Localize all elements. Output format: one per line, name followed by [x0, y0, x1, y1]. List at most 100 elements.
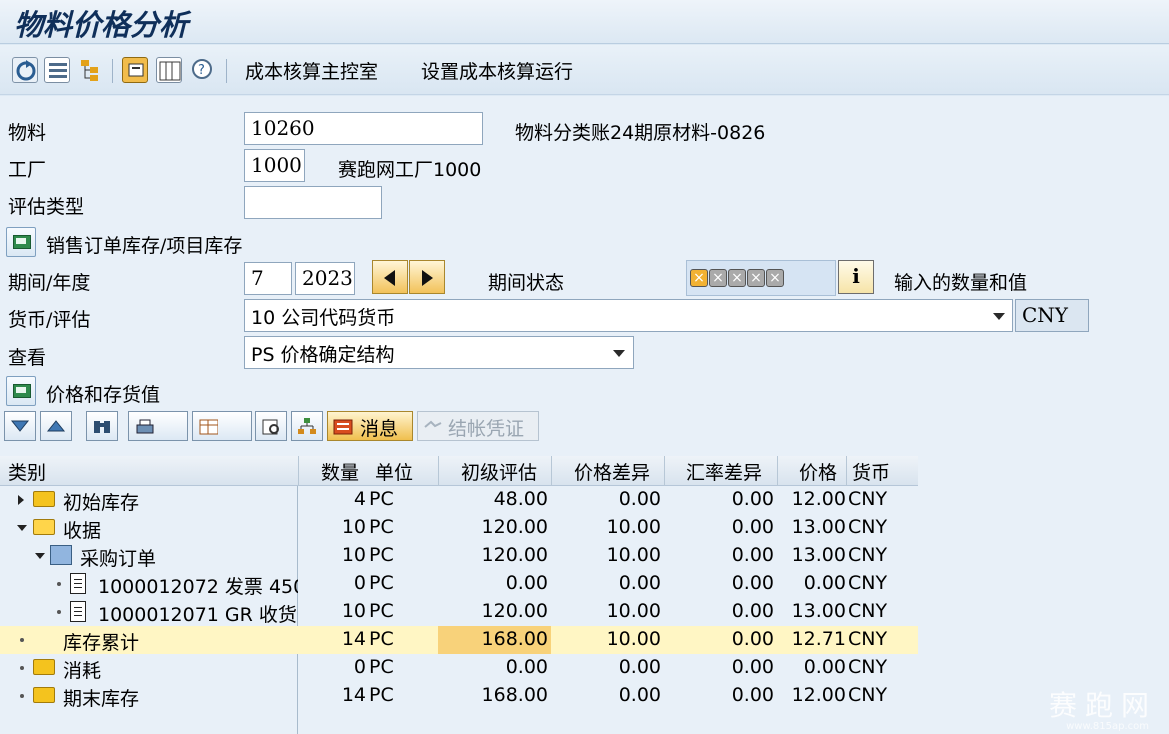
period-status-label: 期间状态	[488, 272, 565, 294]
prelim-cell[interactable]: 168.00	[440, 628, 548, 650]
collapse-arrow-icon[interactable]	[35, 553, 45, 559]
info-button[interactable]: i	[838, 260, 874, 294]
price-cell: 12.00	[791, 684, 846, 706]
material-label: 物料	[8, 122, 47, 144]
column-header-category[interactable]: 类别	[8, 458, 46, 485]
toolbar-separator	[112, 59, 113, 83]
quantity-cell: 10	[341, 600, 366, 622]
help-icon[interactable]: ?	[190, 57, 216, 83]
next-period-button[interactable]	[409, 260, 445, 294]
column-header-exchange-difference[interactable]: 汇率差异	[686, 458, 762, 485]
collapse-arrow-icon[interactable]	[17, 525, 27, 531]
messages-label: 消息	[360, 418, 399, 440]
table-row-highlighted[interactable]: 库存累计 14 PC 168.00 10.00 0.00 12.71 CNY	[0, 626, 918, 654]
find-button[interactable]	[86, 411, 118, 441]
unit-cell: PC	[369, 488, 394, 510]
table-row[interactable]: 1000012071 GR 收货 10 PC 120.00 10.00 0.00…	[0, 598, 918, 626]
print-button[interactable]	[128, 411, 188, 441]
table-row[interactable]: 消耗 0 PC 0.00 0.00 0.00 0.00 CNY	[0, 654, 918, 682]
quantity-cell: 0	[353, 656, 366, 678]
watermark-logo: 赛跑网	[1048, 689, 1157, 722]
row-label: 采购订单	[80, 548, 157, 570]
refresh-icon[interactable]	[12, 57, 38, 83]
folder-icon	[13, 235, 31, 249]
material-input[interactable]: 10260	[244, 112, 483, 145]
setup-costing-run-link[interactable]: 设置成本核算运行	[421, 57, 573, 84]
column-header-price[interactable]: 价格	[799, 458, 837, 485]
status-icon: ×	[747, 269, 765, 287]
view-label: 查看	[8, 347, 47, 369]
toolbar-separator	[226, 59, 227, 83]
currency-label: 货币/评估	[8, 309, 91, 331]
folder-icon	[33, 687, 55, 703]
fx-diff-cell: 0.00	[731, 544, 774, 566]
previous-period-button[interactable]	[372, 260, 408, 294]
prelim-cell: 120.00	[481, 516, 548, 538]
column-header-prelim-valuation[interactable]: 初级评估	[461, 458, 537, 485]
period-status-indicator: × × × × ×	[686, 260, 836, 296]
column-header-quantity[interactable]: 数量	[321, 458, 359, 485]
period-year-label: 期间/年度	[8, 272, 91, 294]
messages-icon	[333, 419, 353, 435]
view-select[interactable]: PS 价格确定结构	[244, 336, 634, 369]
unit-cell: PC	[369, 600, 394, 622]
quantity-cell: 4	[353, 488, 366, 510]
document-icon	[70, 601, 86, 622]
unit-cell: PC	[369, 628, 394, 650]
columns-icon[interactable]	[156, 57, 182, 83]
price-diff-cell: 0.00	[618, 572, 661, 594]
bullet-icon	[57, 582, 61, 586]
year-input[interactable]: 2023	[295, 262, 355, 295]
prelim-cell: 0.00	[505, 656, 548, 678]
table-row[interactable]: 收据 10 PC 120.00 10.00 0.00 13.00 CNY	[0, 514, 918, 542]
hierarchy-button[interactable]	[291, 411, 323, 441]
table-row[interactable]: 采购订单 10 PC 120.00 10.00 0.00 13.00 CNY	[0, 542, 918, 570]
price-analysis-grid: 类别 数量 单位 初级评估 价格差异 汇率差异 价格 货币 初始库存 4 PC …	[0, 456, 1169, 734]
collapse-all-button[interactable]	[40, 411, 72, 441]
grid-toolbar: 消息 结帐凭证	[0, 407, 1169, 445]
document-icon	[70, 573, 86, 594]
price-stock-toggle[interactable]	[6, 376, 36, 406]
price-diff-cell: 0.00	[618, 656, 661, 678]
fx-diff-cell: 0.00	[731, 572, 774, 594]
layout-button[interactable]	[192, 411, 252, 441]
page-title: 物料价格分析	[14, 8, 189, 42]
fx-diff-cell: 0.00	[731, 516, 774, 538]
expand-arrow-icon[interactable]	[18, 495, 24, 505]
currency-cell: CNY	[848, 600, 888, 622]
plant-description: 赛跑网工厂1000	[338, 159, 482, 181]
details-button[interactable]	[255, 411, 287, 441]
quantity-cell: 10	[341, 516, 366, 538]
currency-select[interactable]: 10 公司代码货币	[244, 299, 1013, 332]
chevron-down-icon[interactable]	[613, 350, 625, 357]
status-icon: ×	[766, 269, 784, 287]
row-label: 初始库存	[63, 492, 140, 514]
quantity-cell: 14	[341, 628, 366, 650]
prelim-cell: 120.00	[481, 544, 548, 566]
sales-order-stock-toggle[interactable]	[6, 227, 36, 257]
open-folder-icon	[33, 519, 55, 535]
price-cell: 0.00	[803, 572, 846, 594]
chevron-down-icon[interactable]	[993, 313, 1005, 320]
column-header-price-difference[interactable]: 价格差异	[574, 458, 650, 485]
valuation-type-input[interactable]	[244, 186, 382, 219]
tree-icon[interactable]	[78, 57, 104, 83]
expand-all-button[interactable]	[4, 411, 36, 441]
table-row[interactable]: 1000012072 发票 450 0 PC 0.00 0.00 0.00 0.…	[0, 570, 918, 598]
settings-icon[interactable]	[122, 57, 148, 83]
expand-icon	[10, 420, 30, 432]
costing-cockpit-link[interactable]: 成本核算主控室	[245, 57, 378, 84]
currency-cell: CNY	[848, 572, 888, 594]
price-cell: 0.00	[803, 656, 846, 678]
folder-icon	[33, 491, 55, 507]
list-icon[interactable]	[44, 57, 70, 83]
table-row[interactable]: 初始库存 4 PC 48.00 0.00 0.00 12.00 CNY	[0, 486, 918, 514]
status-icon: ×	[690, 269, 708, 287]
column-header-unit[interactable]: 单位	[375, 458, 413, 485]
plant-input[interactable]: 1000	[244, 149, 305, 182]
valuation-type-label: 评估类型	[8, 196, 85, 218]
period-input[interactable]: 7	[244, 262, 292, 295]
messages-button[interactable]: 消息	[327, 411, 413, 441]
column-header-currency[interactable]: 货币	[852, 458, 890, 485]
table-row[interactable]: 期末库存 14 PC 168.00 0.00 0.00 12.00 CNY	[0, 682, 918, 710]
